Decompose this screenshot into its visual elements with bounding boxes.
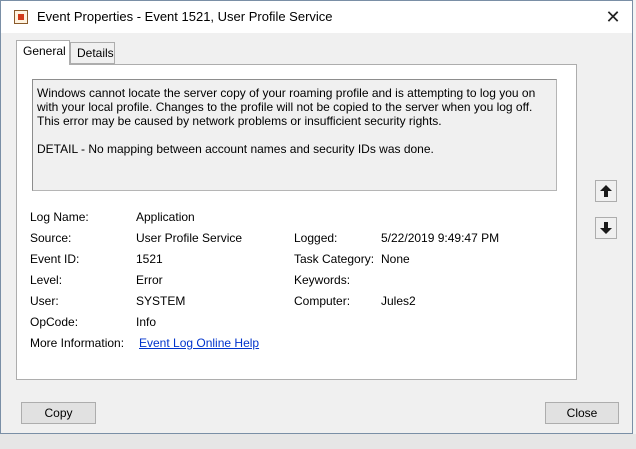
next-event-button[interactable] bbox=[595, 217, 617, 239]
keywords-label: Keywords: bbox=[294, 273, 351, 287]
arrow-down-icon bbox=[600, 222, 612, 234]
task-category-value: None bbox=[381, 252, 410, 266]
event-id-value: 1521 bbox=[136, 252, 163, 266]
logged-label: Logged: bbox=[294, 231, 338, 245]
more-information-label: More Information: bbox=[30, 336, 125, 350]
computer-label: Computer: bbox=[294, 294, 351, 308]
opcode-value: Info bbox=[136, 315, 157, 329]
title-bar[interactable]: Event Properties - Event 1521, User Prof… bbox=[1, 1, 632, 33]
event-log-icon bbox=[14, 10, 28, 24]
user-value: SYSTEM bbox=[136, 294, 186, 308]
tab-general[interactable]: General bbox=[16, 40, 70, 65]
level-value: Error bbox=[136, 273, 163, 287]
task-category-label: Task Category: bbox=[294, 252, 375, 266]
source-value: User Profile Service bbox=[136, 231, 243, 245]
computer-value: Jules2 bbox=[381, 294, 416, 308]
logged-value: 5/22/2019 9:49:47 PM bbox=[381, 231, 500, 245]
event-description-box[interactable]: Windows cannot locate the server copy of… bbox=[32, 79, 557, 191]
copy-button[interactable]: Copy bbox=[21, 402, 96, 424]
general-tab-panel: Windows cannot locate the server copy of… bbox=[16, 64, 577, 380]
level-label: Level: bbox=[30, 273, 63, 287]
arrow-up-icon bbox=[600, 185, 612, 197]
close-icon[interactable]: ✕ bbox=[599, 5, 627, 29]
opcode-label: OpCode: bbox=[30, 315, 79, 329]
close-button[interactable]: Close bbox=[545, 402, 619, 424]
tab-details[interactable]: Details bbox=[70, 42, 115, 64]
previous-event-button[interactable] bbox=[595, 180, 617, 202]
event-log-online-help-link[interactable]: Event Log Online Help bbox=[139, 336, 259, 350]
window-title: Event Properties - Event 1521, User Prof… bbox=[37, 9, 333, 24]
log-name-value: Application bbox=[136, 210, 195, 224]
background-app-bottom-edge bbox=[0, 434, 636, 449]
event-properties-dialog: Event Properties - Event 1521, User Prof… bbox=[0, 0, 633, 434]
log-name-label: Log Name: bbox=[30, 210, 89, 224]
user-label: User: bbox=[30, 294, 59, 308]
source-label: Source: bbox=[30, 231, 72, 245]
event-id-label: Event ID: bbox=[30, 252, 80, 266]
